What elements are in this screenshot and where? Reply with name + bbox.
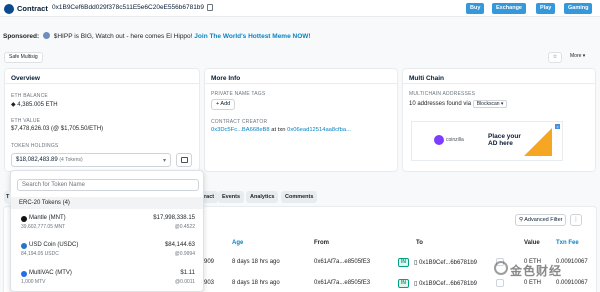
row-value: 0 ETH (524, 280, 542, 286)
sponsored-text: $HIPP is BIG, Watch out - here comes El … (53, 33, 193, 40)
token-price: @0.0011 (175, 279, 195, 285)
wallet-icon (181, 157, 188, 163)
tab-comments[interactable]: Comments (281, 191, 318, 203)
gaming-button[interactable]: Gaming (564, 3, 593, 14)
eth-balance-label: ETH BALANCE (11, 93, 48, 99)
creator-txn-link[interactable]: 0x06ead12514aa8cfba... (287, 127, 351, 133)
sponsored-label: Sponsored: (3, 33, 40, 40)
multivac-token-icon (21, 271, 27, 277)
wallet-button[interactable] (176, 153, 192, 167)
exchange-button[interactable]: Exchange (492, 3, 526, 14)
token-holdings-dropdown: Search for Token Name ERC-20 Tokens (4) … (10, 170, 204, 292)
more-options-icon[interactable]: ⋮ (570, 214, 582, 226)
token-name: MultiVAC (MTV) (29, 270, 72, 276)
row-fee: 0.00910067 (556, 280, 588, 286)
direction-badge: IN (398, 279, 409, 288)
blockscan-select[interactable]: Blockscan ▾ (472, 100, 508, 108)
safe-multisig-tag[interactable]: Safe Multisig (4, 52, 43, 63)
copy-address-icon[interactable] (496, 279, 504, 287)
erc20-section-header: ERC-20 Tokens (4) (11, 197, 203, 209)
contract-avatar-icon (4, 4, 14, 14)
play-button[interactable]: Play (536, 3, 556, 14)
row-age: 8 days 18 hrs ago (232, 259, 280, 265)
token-amount: 1,000 MTV (21, 279, 46, 285)
advanced-filter-button[interactable]: ⚲ Advanced Filter (515, 214, 567, 226)
row-to[interactable]: ▯ 0x1B9Cef...6b6781b9 (414, 259, 477, 266)
token-holdings-select[interactable]: $18,082,483.89 (4 Tokens) ▾ (11, 153, 171, 167)
buy-button[interactable]: Buy (466, 3, 485, 14)
add-tag-button[interactable]: + Add (211, 99, 236, 110)
eth-value: $7,478,626.03 (@ $1,705.50/ETH) (11, 126, 104, 132)
ad-banner[interactable]: coinzilla Place your AD here × (411, 121, 563, 161)
mantle-token-icon (21, 216, 27, 222)
ad-triangle-graphic (524, 128, 552, 156)
overview-title: Overview (5, 69, 199, 84)
coinzilla-logo-icon (434, 135, 444, 145)
usdc-token-icon (21, 243, 27, 249)
eth-balance-value: ◆ 4,385.005 ETH (11, 102, 58, 108)
token-amount: 39,602,777.05 MNT (21, 224, 66, 230)
token-amount: 84,194.05 USDC (21, 251, 59, 257)
token-price: @0.9994 (174, 251, 195, 257)
multichain-found: 10 addresses found via Blockscan ▾ (409, 100, 508, 108)
token-holdings-label: TOKEN HOLDINGS (11, 143, 59, 149)
token-name: Mantle (MNT) (29, 215, 66, 221)
token-value: $1.11 (180, 270, 195, 276)
row-from[interactable]: 0x61Af7a...e8505fE3 (314, 280, 370, 286)
col-value: Value (524, 240, 540, 246)
hippo-icon (42, 32, 50, 39)
contract-creator-label: CONTRACT CREATOR (211, 119, 268, 125)
multichain-addresses-label: MULTICHAIN ADDRESSES (409, 91, 476, 97)
ad-text: Place your AD here (488, 133, 521, 147)
ad-close-icon[interactable]: × (555, 124, 560, 129)
direction-badge: IN (398, 258, 409, 267)
block-link[interactable]: 903 (204, 280, 214, 286)
watermark: 金色财经 (510, 264, 563, 278)
copy-icon[interactable] (207, 4, 213, 11)
col-from: From (314, 240, 329, 246)
multi-chain-card: Multi Chain MULTICHAIN ADDRESSES 10 addr… (402, 68, 596, 172)
page-title: Contract (17, 4, 48, 13)
row-age: 8 days 18 hrs ago (232, 280, 280, 286)
tab-analytics[interactable]: Analytics (246, 191, 279, 203)
more-button[interactable]: More ▾ (566, 52, 589, 63)
token-name: USD Coin (USDC) (29, 242, 79, 248)
more-info-title: More Info (205, 69, 397, 84)
tab-transactions[interactable]: T (4, 191, 12, 203)
col-to: To (416, 240, 423, 246)
top-bar: Contract 0x1B9Cef6Bdd029f378c511E5e6C20e… (0, 0, 600, 17)
token-price: @0.4522 (174, 224, 195, 230)
star-icon[interactable]: ☆ (548, 52, 562, 63)
contract-creator: 0x3Dc5Fc...BA668eB8 at txn 0x06ead12514a… (211, 127, 351, 133)
row-to[interactable]: ▯ 0x1B9Cef...6b6781b9 (414, 280, 477, 287)
col-age[interactable]: Age (232, 240, 243, 246)
more-info-card: More Info PRIVATE NAME TAGS + Add CONTRA… (204, 68, 398, 172)
watermark-logo-icon (494, 261, 508, 275)
token-search-input[interactable]: Search for Token Name (17, 179, 199, 191)
block-link[interactable]: 909 (204, 259, 214, 265)
eth-value-label: ETH VALUE (11, 118, 41, 124)
private-tags-label: PRIVATE NAME TAGS (211, 91, 266, 97)
chevron-down-icon: ▾ (162, 158, 166, 164)
token-value: $17,998,338.15 (153, 215, 195, 221)
col-txn-fee[interactable]: Txn Fee (556, 240, 579, 246)
overview-card: Overview ETH BALANCE ◆ 4,385.005 ETH ETH… (4, 68, 200, 172)
multi-chain-title: Multi Chain (403, 69, 595, 84)
sponsored-link[interactable]: Join The World's Hottest Meme NOW! (194, 33, 310, 40)
contract-address[interactable]: 0x1B9Cef6Bdd029f378c511E5e6C20eE556b6781… (52, 4, 204, 11)
sponsored-banner: Sponsored: $HIPP is BIG, Watch out - her… (3, 32, 311, 40)
token-value: $84,144.63 (164, 242, 195, 248)
tab-events[interactable]: Events (218, 191, 245, 203)
ad-brand: coinzilla (446, 137, 464, 143)
row-from[interactable]: 0x61Af7a...e8505fE3 (314, 259, 370, 265)
creator-address-link[interactable]: 0x3Dc5Fc...BA668eB8 (211, 127, 270, 133)
